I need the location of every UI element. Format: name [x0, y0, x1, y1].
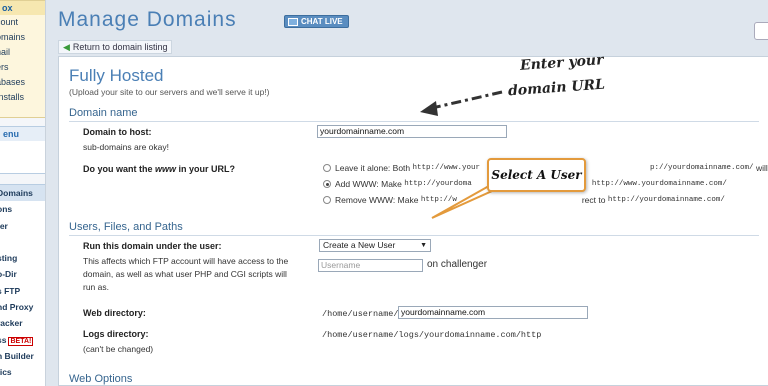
select-user-callout: Select A User — [487, 158, 586, 192]
arrow-head — [420, 101, 438, 116]
dashed-arrow-line — [431, 90, 503, 110]
annotation-arrow-overlay — [420, 90, 513, 219]
dashed-arrow — [420, 90, 503, 116]
